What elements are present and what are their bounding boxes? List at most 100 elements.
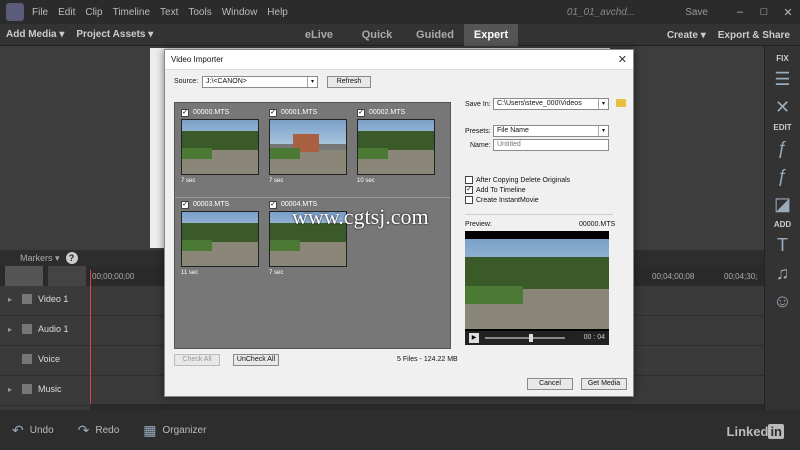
- source-select[interactable]: J:\<CANON> ▾: [202, 76, 318, 88]
- clip-filename: 00001.MTS: [281, 109, 318, 116]
- get-media-button[interactable]: Get Media: [581, 378, 627, 390]
- playhead[interactable]: [90, 270, 91, 408]
- clip-checkbox[interactable]: ✓: [181, 109, 189, 117]
- add-to-timeline-label: Add To Timeline: [476, 186, 526, 194]
- tab-elive[interactable]: eLive: [290, 24, 348, 46]
- clip-duration: 11 sec: [181, 270, 199, 276]
- preview-frame: [465, 239, 609, 329]
- save-button[interactable]: Save: [685, 7, 708, 18]
- uncheck-all-button[interactable]: UnCheck All: [233, 354, 279, 366]
- adjust-sliders-icon[interactable]: ☰: [771, 67, 795, 91]
- menu-file[interactable]: File: [32, 7, 48, 18]
- speaker-icon: [22, 324, 32, 334]
- undo-icon: ↶: [12, 421, 24, 438]
- tab-guided[interactable]: Guided: [406, 24, 464, 46]
- tab-expert[interactable]: Expert: [464, 24, 518, 46]
- redo-icon: ↷: [77, 421, 90, 438]
- add-label: ADD: [773, 220, 792, 229]
- track-label: Music: [38, 384, 62, 394]
- transitions-icon[interactable]: ◪: [771, 192, 795, 216]
- track-settings-icon[interactable]: [5, 266, 43, 286]
- play-icon[interactable]: ▶: [469, 333, 479, 343]
- clip-duration: 7 sec: [269, 270, 284, 276]
- clip-checkbox[interactable]: ✓: [357, 109, 365, 117]
- effects-icon[interactable]: ƒ: [771, 164, 795, 188]
- presets-select[interactable]: File Name ▾: [493, 125, 609, 137]
- chevron-down-icon: ▾: [307, 77, 317, 87]
- clip-checkbox[interactable]: ✓: [269, 109, 277, 117]
- timecode-mid: 00;04;00;08: [652, 272, 695, 281]
- undo-button[interactable]: ↶ Undo: [12, 422, 54, 439]
- help-icon[interactable]: ?: [65, 252, 78, 264]
- delete-originals-checkbox[interactable]: [465, 176, 473, 184]
- smart-trim-icon[interactable]: [48, 266, 86, 286]
- files-summary: 5 Files - 124.22 MB: [397, 356, 458, 363]
- scrub-handle[interactable]: [529, 334, 533, 342]
- clip-filename: 00002.MTS: [369, 109, 406, 116]
- instant-movie-label: Create InstantMovie: [476, 196, 539, 204]
- menu-window[interactable]: Window: [222, 7, 258, 18]
- player-controls: ▶ 00 : 04: [465, 331, 609, 345]
- folder-icon[interactable]: [616, 99, 626, 107]
- menu-help[interactable]: Help: [267, 7, 288, 18]
- delete-originals-option[interactable]: After Copying Delete Originals: [465, 176, 570, 184]
- menu-text[interactable]: Text: [160, 7, 178, 18]
- organizer-button[interactable]: ▦ Organizer: [143, 422, 206, 439]
- source-value: J:\<CANON>: [206, 78, 247, 85]
- expand-icon[interactable]: ▸: [8, 295, 12, 304]
- scrub-bar[interactable]: [485, 337, 565, 339]
- refresh-button[interactable]: Refresh: [327, 76, 371, 88]
- add-to-timeline-checkbox[interactable]: ✓: [465, 186, 473, 194]
- redo-label: Redo: [95, 424, 120, 436]
- redo-button[interactable]: ↷ Redo: [78, 422, 120, 439]
- microphone-icon: [22, 354, 32, 364]
- preview-label: Preview:: [465, 221, 492, 228]
- cancel-button[interactable]: Cancel: [527, 378, 573, 390]
- minimize-button[interactable]: –: [728, 6, 752, 18]
- expand-icon[interactable]: ▸: [8, 385, 12, 394]
- add-media-button[interactable]: Add Media ▾: [6, 29, 64, 40]
- track-label: Voice: [38, 354, 61, 364]
- graphics-icon[interactable]: ☺: [771, 289, 795, 313]
- project-assets-button[interactable]: Project Assets ▾: [76, 29, 153, 40]
- create-button[interactable]: Create ▾: [667, 30, 706, 41]
- project-name: 01_01_avchd...: [566, 6, 636, 18]
- markers-dropdown[interactable]: Markers ▾: [20, 253, 60, 264]
- dialog-title: Video Importer: [171, 55, 224, 64]
- menu-tools[interactable]: Tools: [188, 7, 211, 18]
- close-dialog-icon[interactable]: ✕: [618, 53, 627, 66]
- menu-edit[interactable]: Edit: [58, 7, 75, 18]
- brand-text: Linked: [726, 424, 769, 439]
- linkedin-logo: Linked in: [727, 424, 784, 439]
- save-in-select[interactable]: C:\Users\steve_000\Videos ▾: [493, 98, 609, 110]
- clip-checkbox[interactable]: ✓: [181, 201, 189, 209]
- menu-timeline[interactable]: Timeline: [113, 7, 150, 18]
- clip-checkbox[interactable]: ✓: [269, 201, 277, 209]
- close-window-button[interactable]: ✕: [776, 6, 800, 19]
- instant-movie-checkbox[interactable]: [465, 196, 473, 204]
- chevron-down-icon: ▾: [598, 126, 608, 136]
- expand-icon[interactable]: ▸: [8, 325, 12, 334]
- name-field[interactable]: Untitled: [493, 139, 609, 151]
- export-share-button[interactable]: Export & Share: [718, 30, 790, 41]
- preview-filename: 00000.MTS: [579, 221, 616, 228]
- preview-time: 00 : 04: [583, 334, 605, 341]
- name-label: Name:: [470, 142, 491, 149]
- clip-duration: 7 sec: [269, 178, 284, 184]
- applied-effects-icon[interactable]: ƒ: [771, 136, 795, 160]
- check-all-button[interactable]: Check All: [174, 354, 220, 366]
- tools-icon[interactable]: ✕: [771, 95, 795, 119]
- titles-icon[interactable]: T: [771, 233, 795, 257]
- clip-duration: 10 sec: [357, 178, 375, 184]
- preview-player[interactable]: ▶ 00 : 04: [465, 231, 609, 345]
- menu-clip[interactable]: Clip: [85, 7, 102, 18]
- maximize-button[interactable]: □: [752, 6, 776, 18]
- instant-movie-option[interactable]: Create InstantMovie: [465, 196, 539, 204]
- add-to-timeline-option[interactable]: ✓ Add To Timeline: [465, 186, 526, 194]
- music-icon[interactable]: ♫: [771, 261, 795, 285]
- timecode-start: 00;00;00;00: [92, 272, 135, 281]
- mode-bar: Add Media ▾ Project Assets ▾ eLive Quick…: [0, 24, 800, 46]
- clip-filename: 00003.MTS: [193, 201, 230, 208]
- right-panel: FIX ☰ ✕ EDIT ƒ ƒ ◪ ADD T ♫ ☺: [764, 46, 800, 410]
- tab-quick[interactable]: Quick: [348, 24, 406, 46]
